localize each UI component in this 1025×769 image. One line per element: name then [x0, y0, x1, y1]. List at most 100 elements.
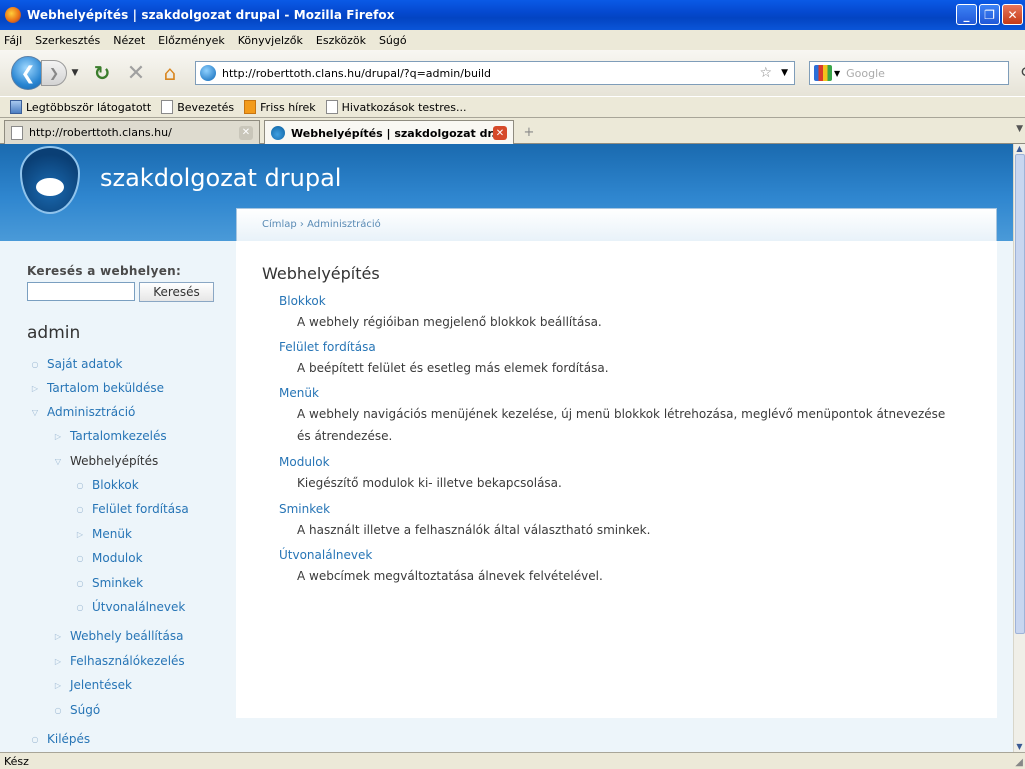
admin-desc-themes: A használt illetve a felhasználók által … — [297, 523, 651, 537]
url-dropdown-icon[interactable]: ▼ — [781, 68, 788, 78]
sidebar-item-content-management[interactable]: ▷ Tartalomkezelés — [53, 429, 167, 443]
google-engine-icon[interactable] — [814, 65, 832, 81]
menu-view[interactable]: Nézet — [113, 34, 145, 47]
close-button[interactable]: ✕ — [1002, 4, 1023, 25]
collapsed-arrow-icon: ▷ — [54, 431, 62, 441]
minimize-button[interactable]: _ — [956, 4, 977, 25]
forward-icon[interactable]: ❯ — [41, 60, 67, 86]
site-name[interactable]: szakdolgozat drupal — [100, 164, 341, 192]
tab-close-icon[interactable]: ✕ — [493, 126, 507, 140]
admin-link-blocks[interactable]: Blokkok — [279, 294, 326, 308]
page-icon — [325, 100, 338, 114]
leaf-bullet-icon: ○ — [54, 705, 62, 715]
admin-link-modules[interactable]: Modulok — [279, 455, 330, 469]
bookmark-intro[interactable]: Bevezetés — [161, 100, 234, 114]
search-placeholder: Google — [846, 66, 885, 80]
bookmark-most-visited[interactable]: Legtöbbször látogatott — [10, 100, 151, 114]
page-title: Webhelyépítés — [262, 264, 380, 283]
stop-icon[interactable]: ✕ — [123, 60, 149, 86]
collapsed-arrow-icon: ▷ — [54, 631, 62, 641]
expanded-arrow-icon: ▽ — [54, 456, 62, 466]
url-text[interactable]: http://roberttoth.clans.hu/drupal/?q=adm… — [222, 67, 491, 80]
back-icon[interactable]: ❮ — [11, 56, 45, 90]
sidebar-item-administration[interactable]: ▽ Adminisztráció — [30, 405, 135, 419]
scroll-down-icon[interactable]: ▼ — [1014, 742, 1025, 752]
menu-tools[interactable]: Eszközök — [316, 34, 366, 47]
site-favicon-icon — [200, 65, 216, 81]
leaf-bullet-icon: ○ — [76, 602, 84, 612]
admin-desc-url-aliases: A webcímek megváltoztatása álnevek felvé… — [297, 569, 603, 583]
sidebar-item-themes[interactable]: ○ Sminkek — [75, 576, 144, 590]
sidebar-item-my-account[interactable]: ○ Saját adatok — [30, 357, 123, 371]
sidebar-item-modules[interactable]: ○ Modulok — [75, 551, 143, 565]
sidebar-item-blocks[interactable]: ○ Blokkok — [75, 478, 139, 492]
tab-label: http://roberttoth.clans.hu/ — [29, 126, 172, 139]
tab-webhelyepites[interactable]: Webhelyépítés | szakdolgozat dr... ✕ — [264, 120, 514, 145]
drupal-logo-icon[interactable] — [20, 146, 80, 214]
search-icon[interactable]: ⚲ — [1020, 64, 1025, 83]
search-label: Keresés a webhelyen: — [27, 264, 182, 278]
sidebar-item-url-aliases[interactable]: ○ Útvonalálnevek — [75, 600, 186, 614]
collapsed-arrow-icon: ▷ — [54, 680, 62, 690]
tab-bar: http://roberttoth.clans.hu/ ✕ Webhelyépí… — [0, 118, 1025, 145]
sidebar-item-translate-interface[interactable]: ○ Felület fordítása — [75, 502, 189, 516]
sidebar-item-site-building[interactable]: ▽ Webhelyépítés — [53, 454, 158, 468]
admin-desc-modules: Kiegészítő modulok ki- illetve bekapcsol… — [297, 476, 562, 490]
menu-help[interactable]: Súgó — [379, 34, 407, 47]
collapsed-arrow-icon: ▷ — [76, 529, 84, 539]
page-scrollbar[interactable]: ▲ ▼ — [1013, 144, 1025, 752]
admin-link-url-aliases[interactable]: Útvonalálnevek — [279, 548, 372, 562]
firefox-icon — [5, 7, 21, 23]
sidebar-item-site-configuration[interactable]: ▷ Webhely beállítása — [53, 629, 184, 643]
status-text: Kész — [4, 754, 29, 768]
sidebar-item-create-content[interactable]: ▷ Tartalom beküldése — [30, 381, 164, 395]
home-icon[interactable]: ⌂ — [157, 60, 183, 86]
leaf-bullet-icon: ○ — [31, 359, 39, 369]
search-bar[interactable]: ▼ Google ⚲ — [809, 61, 1025, 85]
tab-home[interactable]: http://roberttoth.clans.hu/ ✕ — [4, 120, 260, 144]
menu-bookmarks[interactable]: Könyvjelzők — [238, 34, 303, 47]
tab-close-icon[interactable]: ✕ — [239, 125, 253, 140]
admin-link-menus[interactable]: Menük — [279, 386, 319, 400]
page-icon — [161, 100, 174, 114]
scrollbar-thumb[interactable] — [1015, 154, 1025, 634]
window-title: Webhelyépítés | szakdolgozat drupal - Mo… — [27, 8, 395, 22]
bookmark-customize[interactable]: Hivatkozások testres... — [325, 100, 467, 114]
breadcrumb-text[interactable]: Címlap › Adminisztráció — [262, 219, 381, 230]
status-bar: Kész ◢ — [0, 752, 1025, 769]
history-dropdown-icon[interactable]: ▼ — [69, 68, 81, 78]
admin-desc-blocks: A webhely régióiban megjelenő blokkok be… — [297, 315, 602, 329]
page-body: Keresés a webhelyen: Keresés admin ○ Saj… — [0, 241, 1013, 752]
admin-desc-translate: A beépített felület és esetleg más eleme… — [297, 361, 609, 375]
page-viewport: szakdolgozat drupal Címlap › Adminisztrá… — [0, 144, 1013, 752]
bookmark-news[interactable]: Friss hírek — [244, 100, 316, 114]
admin-link-themes[interactable]: Sminkek — [279, 502, 330, 516]
tab-scroll-icon[interactable]: ▼ — [1016, 124, 1023, 134]
menu-history[interactable]: Előzmények — [158, 34, 225, 47]
breadcrumb: Címlap › Adminisztráció — [236, 208, 997, 241]
resize-grip-icon[interactable]: ◢ — [1015, 757, 1023, 768]
menu-file[interactable]: Fájl — [4, 34, 22, 47]
admin-link-translate[interactable]: Felület fordítása — [279, 340, 376, 354]
sidebar-item-reports[interactable]: ▷ Jelentések — [53, 678, 132, 692]
maximize-button[interactable]: ❐ — [979, 4, 1000, 25]
sidebar-item-menus[interactable]: ▷ Menük — [75, 527, 132, 541]
reload-icon[interactable]: ↻ — [89, 60, 115, 86]
sidebar-item-help[interactable]: ○ Súgó — [53, 703, 101, 717]
site-search-input[interactable] — [27, 282, 135, 301]
tab-label: Webhelyépítés | szakdolgozat dr... — [291, 126, 504, 140]
new-tab-icon[interactable]: + — [518, 122, 540, 142]
engine-dropdown-icon[interactable]: ▼ — [834, 69, 840, 78]
menu-edit[interactable]: Szerkesztés — [35, 34, 100, 47]
site-search-button[interactable]: Keresés — [139, 282, 214, 302]
bookmark-star-icon[interactable]: ☆ — [759, 65, 772, 81]
collapsed-arrow-icon: ▷ — [54, 656, 62, 666]
sidebar-item-user-management[interactable]: ▷ Felhasználókezelés — [53, 654, 185, 668]
collapsed-arrow-icon: ▷ — [31, 383, 39, 393]
navigation-toolbar: ❮ ❯ ▼ ↻ ✕ ⌂ http://roberttoth.clans.hu/d… — [0, 50, 1025, 96]
url-bar[interactable]: http://roberttoth.clans.hu/drupal/?q=adm… — [195, 61, 795, 85]
scroll-up-icon[interactable]: ▲ — [1014, 144, 1025, 154]
menu-bar: Fájl Szerkesztés Nézet Előzmények Könyvj… — [0, 30, 1025, 50]
sidebar-item-logout[interactable]: ○ Kilépés — [30, 732, 91, 746]
admin-desc-menus: A webhely navigációs menüjének kezelése,… — [297, 407, 946, 443]
